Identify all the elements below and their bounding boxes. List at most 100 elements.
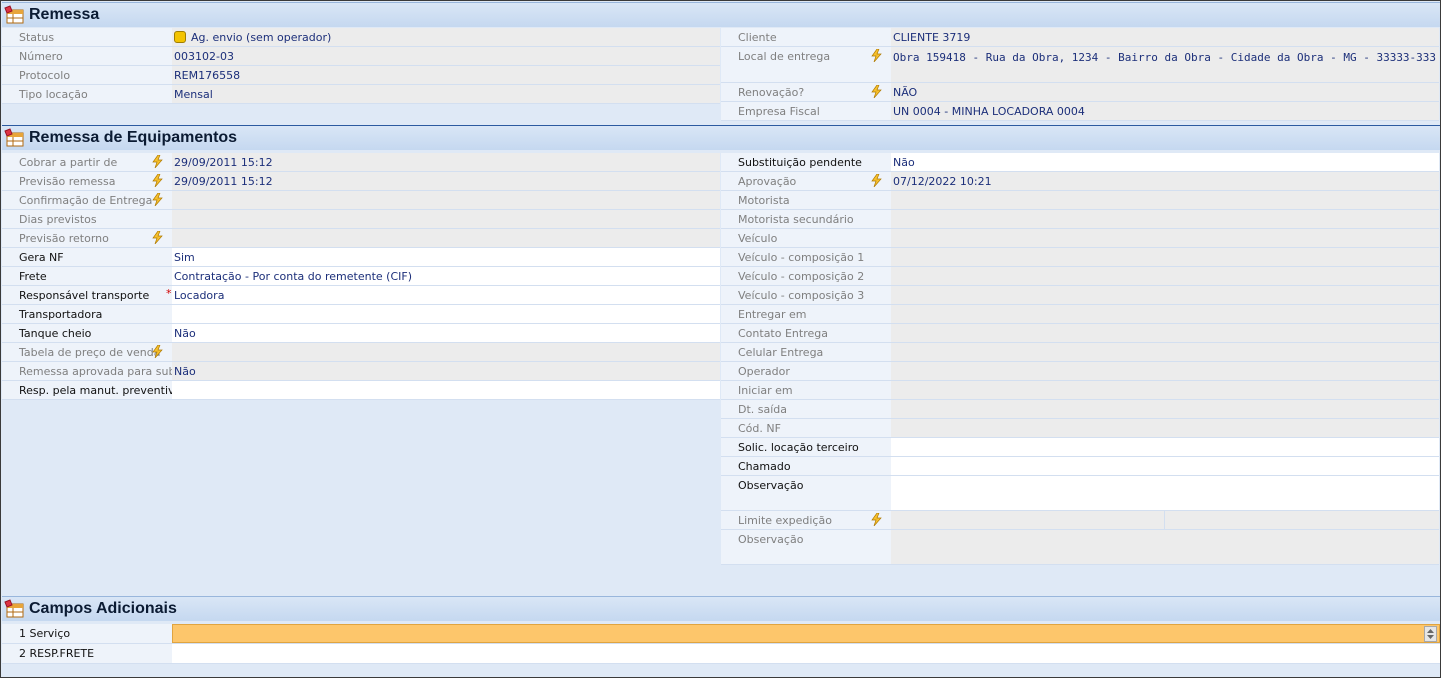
field-row[interactable]: Previsão remessa 29/09/2011 15:12 <box>2 172 720 191</box>
field-row[interactable]: Aprovação 07/12/2022 10:21 <box>721 172 1439 191</box>
equip-right-column: Substituição pendente Não Aprovação 07/12/2… <box>721 153 1439 565</box>
field-row[interactable]: Chamado <box>721 457 1439 476</box>
field-row[interactable]: Veículo - composição 3 <box>721 286 1439 305</box>
field-resp-frete[interactable]: 2 RESP.FRETE <box>2 644 1440 664</box>
field-row[interactable]: Gera NF Sim <box>2 248 720 267</box>
field-protocolo[interactable]: Protocolo REM176558 <box>2 66 720 85</box>
section-header[interactable]: Remessa <box>2 2 1440 27</box>
field-row[interactable]: Substituição pendente Não <box>721 153 1439 172</box>
field-label: Veículo - composição 1 <box>721 248 891 266</box>
field-value[interactable]: Locadora <box>172 286 720 304</box>
field-label: Tipo locação <box>2 85 172 103</box>
field-value <box>891 267 1439 285</box>
field-value: Mensal <box>172 85 720 103</box>
field-value[interactable]: Sim <box>172 248 720 266</box>
scroll-arrows-icon[interactable] <box>1424 626 1437 642</box>
field-label: Número <box>2 47 172 65</box>
lightning-icon[interactable] <box>871 84 882 99</box>
field-label: Veículo - composição 2 <box>721 267 891 285</box>
field-row[interactable]: Transportadora <box>2 305 720 324</box>
field-divider <box>1164 511 1165 529</box>
lightning-icon[interactable] <box>152 344 163 359</box>
lightning-icon[interactable] <box>152 192 163 207</box>
field-value[interactable] <box>891 476 1439 510</box>
field-label: Contato Entrega <box>721 324 891 342</box>
field-label: Operador <box>721 362 891 380</box>
field-row[interactable]: Resp. pela manut. preventiva <box>2 381 720 400</box>
field-row[interactable]: Iniciar em <box>721 381 1439 400</box>
field-row[interactable]: Operador <box>721 362 1439 381</box>
field-row[interactable]: Cód. NF <box>721 419 1439 438</box>
field-cliente[interactable]: Cliente CLIENTE 3719 <box>721 28 1439 47</box>
field-row[interactable]: Entregar em <box>721 305 1439 324</box>
field-value[interactable] <box>172 381 720 399</box>
field-value: REM176558 <box>172 66 720 84</box>
lightning-icon[interactable] <box>871 173 882 188</box>
section-title: Remessa <box>29 6 100 23</box>
field-row[interactable]: Motorista secundário <box>721 210 1439 229</box>
field-row[interactable]: Tanque cheio Não <box>2 324 720 343</box>
field-tipo-locacao[interactable]: Tipo locação Mensal <box>2 85 720 104</box>
field-value <box>891 248 1439 266</box>
lightning-icon[interactable] <box>871 512 882 527</box>
field-row[interactable]: Dt. saída <box>721 400 1439 419</box>
field-value: CLIENTE 3719 <box>891 28 1439 46</box>
field-label: Protocolo <box>2 66 172 84</box>
field-row[interactable]: Confirmação de Entrega <box>2 191 720 210</box>
section-header[interactable]: Remessa de Equipamentos <box>2 125 1440 150</box>
field-row[interactable]: Contato Entrega <box>721 324 1439 343</box>
field-value[interactable]: Não <box>172 324 720 342</box>
field-label: Cliente <box>721 28 891 46</box>
servico-input[interactable] <box>172 624 1440 643</box>
field-label: Solic. locação terceiro <box>721 438 891 456</box>
lightning-icon[interactable] <box>152 230 163 245</box>
field-value[interactable] <box>172 305 720 323</box>
field-row[interactable]: Veículo - composição 1 <box>721 248 1439 267</box>
field-label: Motorista <box>721 191 891 209</box>
field-row[interactable]: Celular Entrega <box>721 343 1439 362</box>
field-renovacao[interactable]: Renovação? NÃO <box>721 83 1439 102</box>
lightning-icon[interactable] <box>152 154 163 169</box>
field-value <box>891 210 1439 228</box>
field-label: Aprovação <box>721 172 891 190</box>
field-servico[interactable]: 1 Serviço <box>2 624 1440 644</box>
field-row[interactable]: Solic. locação terceiro <box>721 438 1439 457</box>
field-value[interactable]: Contratação - Por conta do remetente (CI… <box>172 267 720 285</box>
field-numero[interactable]: Número 003102-03 <box>2 47 720 66</box>
field-value <box>172 191 720 209</box>
field-label: Dt. saída <box>721 400 891 418</box>
field-row[interactable]: Observação <box>721 530 1439 565</box>
field-row[interactable]: Motorista <box>721 191 1439 210</box>
field-value <box>891 419 1439 437</box>
field-label: 1 Serviço <box>2 624 172 643</box>
field-status[interactable]: Status Ag. envio (sem operador) <box>2 28 720 47</box>
lightning-icon[interactable] <box>871 48 882 63</box>
field-local-entrega[interactable]: Local de entrega Obra 159418 - Rua da Ob… <box>721 47 1439 83</box>
field-row[interactable]: Previsão retorno <box>2 229 720 248</box>
required-marker: * <box>166 287 172 300</box>
field-row[interactable]: Responsável transporte * Locadora <box>2 286 720 305</box>
section-header[interactable]: Campos Adicionais <box>2 596 1440 621</box>
field-row[interactable]: Veículo <box>721 229 1439 248</box>
field-row[interactable]: Veículo - composição 2 <box>721 267 1439 286</box>
field-value <box>891 511 1439 529</box>
field-label: Confirmação de Entrega <box>2 191 172 209</box>
lightning-icon[interactable] <box>152 173 163 188</box>
field-row[interactable]: Dias previstos <box>2 210 720 229</box>
field-empresa-fiscal[interactable]: Empresa Fiscal UN 0004 - MINHA LOCADORA … <box>721 102 1439 121</box>
status-text: Ag. envio (sem operador) <box>191 31 332 44</box>
field-value[interactable]: Não <box>891 153 1439 171</box>
field-row[interactable]: Cobrar a partir de 29/09/2011 15:12 <box>2 153 720 172</box>
field-value: 07/12/2022 10:21 <box>891 172 1439 190</box>
table-icon <box>4 599 25 619</box>
field-value <box>891 286 1439 304</box>
field-value: 003102-03 <box>172 47 720 65</box>
resp-frete-input[interactable] <box>172 644 1440 663</box>
field-row[interactable]: Remessa aprovada para substituiçãoNão <box>2 362 720 381</box>
field-row[interactable]: Tabela de preço de venda <box>2 343 720 362</box>
field-row[interactable]: Limite expedição <box>721 511 1439 530</box>
field-row[interactable]: Frete Contratação - Por conta do remetent… <box>2 267 720 286</box>
field-value[interactable] <box>891 457 1439 475</box>
field-value[interactable] <box>891 438 1439 456</box>
field-row[interactable]: Observação <box>721 476 1439 511</box>
